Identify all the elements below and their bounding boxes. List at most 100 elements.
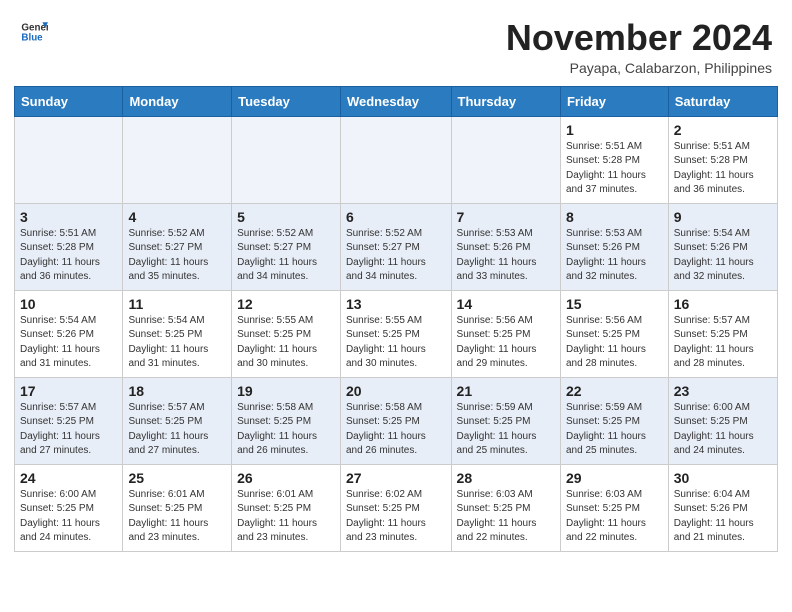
day-info: Sunrise: 5:56 AM Sunset: 5:25 PM Dayligh…	[457, 314, 555, 372]
day-number: 8	[566, 209, 663, 225]
day-cell: 24 Sunrise: 6:00 AM Sunset: 5:25 PM Dayli…	[15, 464, 123, 551]
day-cell: 1 Sunrise: 5:51 AM Sunset: 5:28 PM Daylig…	[560, 116, 668, 203]
week-row-2: 3 Sunrise: 5:51 AM Sunset: 5:28 PM Daylig…	[15, 203, 778, 290]
day-cell	[123, 116, 232, 203]
day-number: 9	[674, 209, 772, 225]
day-number: 4	[128, 209, 226, 225]
day-info: Sunrise: 6:03 AM Sunset: 5:25 PM Dayligh…	[566, 488, 663, 546]
day-cell: 19 Sunrise: 5:58 AM Sunset: 5:25 PM Dayli…	[232, 377, 341, 464]
day-number: 5	[237, 209, 335, 225]
week-row-5: 24 Sunrise: 6:00 AM Sunset: 5:25 PM Dayli…	[15, 464, 778, 551]
day-info: Sunrise: 5:51 AM Sunset: 5:28 PM Dayligh…	[20, 227, 117, 285]
day-number: 20	[346, 383, 446, 399]
day-cell	[15, 116, 123, 203]
day-cell: 12 Sunrise: 5:55 AM Sunset: 5:25 PM Dayli…	[232, 290, 341, 377]
day-cell: 20 Sunrise: 5:58 AM Sunset: 5:25 PM Dayli…	[340, 377, 451, 464]
day-number: 23	[674, 383, 772, 399]
day-info: Sunrise: 5:58 AM Sunset: 5:25 PM Dayligh…	[346, 401, 446, 459]
day-number: 18	[128, 383, 226, 399]
col-header-tuesday: Tuesday	[232, 86, 341, 116]
day-number: 19	[237, 383, 335, 399]
day-cell: 6Sunrise: 5:52 AM Sunset: 5:27 PM Daylig…	[340, 203, 451, 290]
day-number: 11	[128, 296, 226, 312]
day-cell: 25Sunrise: 6:01 AM Sunset: 5:25 PM Dayli…	[123, 464, 232, 551]
subtitle: Payapa, Calabarzon, Philippines	[506, 60, 772, 76]
day-info: Sunrise: 5:51 AM Sunset: 5:28 PM Dayligh…	[566, 140, 663, 198]
day-cell: 21Sunrise: 5:59 AM Sunset: 5:25 PM Dayli…	[451, 377, 560, 464]
day-info: Sunrise: 6:00 AM Sunset: 5:25 PM Dayligh…	[20, 488, 117, 546]
col-header-monday: Monday	[123, 86, 232, 116]
day-number: 10	[20, 296, 117, 312]
day-info: Sunrise: 5:57 AM Sunset: 5:25 PM Dayligh…	[128, 401, 226, 459]
day-number: 24	[20, 470, 117, 486]
day-number: 26	[237, 470, 335, 486]
day-cell: 29 Sunrise: 6:03 AM Sunset: 5:25 PM Dayli…	[560, 464, 668, 551]
day-info: Sunrise: 6:00 AM Sunset: 5:25 PM Dayligh…	[674, 401, 772, 459]
day-info: Sunrise: 5:56 AM Sunset: 5:25 PM Dayligh…	[566, 314, 663, 372]
day-cell: 11Sunrise: 5:54 AM Sunset: 5:25 PM Dayli…	[123, 290, 232, 377]
day-cell: 5 Sunrise: 5:52 AM Sunset: 5:27 PM Daylig…	[232, 203, 341, 290]
week-row-3: 10 Sunrise: 5:54 AM Sunset: 5:26 PM Dayli…	[15, 290, 778, 377]
day-info: Sunrise: 5:52 AM Sunset: 5:27 PM Dayligh…	[128, 227, 226, 285]
day-number: 17	[20, 383, 117, 399]
col-header-wednesday: Wednesday	[340, 86, 451, 116]
month-title: November 2024	[506, 18, 772, 58]
week-row-1: 1 Sunrise: 5:51 AM Sunset: 5:28 PM Daylig…	[15, 116, 778, 203]
week-row-4: 17 Sunrise: 5:57 AM Sunset: 5:25 PM Dayli…	[15, 377, 778, 464]
day-cell: 9 Sunrise: 5:54 AM Sunset: 5:26 PM Daylig…	[668, 203, 777, 290]
day-cell: 16 Sunrise: 5:57 AM Sunset: 5:25 PM Dayli…	[668, 290, 777, 377]
day-number: 6	[346, 209, 446, 225]
day-number: 7	[457, 209, 555, 225]
svg-text:Blue: Blue	[21, 32, 43, 43]
header-row: SundayMondayTuesdayWednesdayThursdayFrid…	[15, 86, 778, 116]
day-number: 28	[457, 470, 555, 486]
day-cell: 23 Sunrise: 6:00 AM Sunset: 5:25 PM Dayli…	[668, 377, 777, 464]
day-number: 30	[674, 470, 772, 486]
logo: General Blue	[20, 18, 48, 46]
day-info: Sunrise: 5:55 AM Sunset: 5:25 PM Dayligh…	[346, 314, 446, 372]
day-info: Sunrise: 6:01 AM Sunset: 5:25 PM Dayligh…	[237, 488, 335, 546]
day-number: 25	[128, 470, 226, 486]
logo-icon: General Blue	[20, 18, 48, 46]
day-info: Sunrise: 5:52 AM Sunset: 5:27 PM Dayligh…	[237, 227, 335, 285]
day-number: 13	[346, 296, 446, 312]
day-number: 2	[674, 122, 772, 138]
day-cell: 18 Sunrise: 5:57 AM Sunset: 5:25 PM Dayli…	[123, 377, 232, 464]
day-info: Sunrise: 5:57 AM Sunset: 5:25 PM Dayligh…	[674, 314, 772, 372]
day-number: 29	[566, 470, 663, 486]
calendar-table: SundayMondayTuesdayWednesdayThursdayFrid…	[14, 86, 778, 552]
day-info: Sunrise: 6:03 AM Sunset: 5:25 PM Dayligh…	[457, 488, 555, 546]
day-info: Sunrise: 5:54 AM Sunset: 5:26 PM Dayligh…	[20, 314, 117, 372]
calendar-wrapper: SundayMondayTuesdayWednesdayThursdayFrid…	[0, 86, 792, 566]
day-number: 1	[566, 122, 663, 138]
day-info: Sunrise: 5:54 AM Sunset: 5:26 PM Dayligh…	[674, 227, 772, 285]
day-cell	[451, 116, 560, 203]
day-cell: 27 Sunrise: 6:02 AM Sunset: 5:25 PM Dayli…	[340, 464, 451, 551]
day-info: Sunrise: 5:55 AM Sunset: 5:25 PM Dayligh…	[237, 314, 335, 372]
day-info: Sunrise: 5:58 AM Sunset: 5:25 PM Dayligh…	[237, 401, 335, 459]
day-info: Sunrise: 5:53 AM Sunset: 5:26 PM Dayligh…	[457, 227, 555, 285]
day-info: Sunrise: 5:59 AM Sunset: 5:25 PM Dayligh…	[457, 401, 555, 459]
day-cell: 3 Sunrise: 5:51 AM Sunset: 5:28 PM Daylig…	[15, 203, 123, 290]
day-cell: 28 Sunrise: 6:03 AM Sunset: 5:25 PM Dayli…	[451, 464, 560, 551]
day-cell: 22 Sunrise: 5:59 AM Sunset: 5:25 PM Dayli…	[560, 377, 668, 464]
day-number: 27	[346, 470, 446, 486]
day-number: 3	[20, 209, 117, 225]
col-header-thursday: Thursday	[451, 86, 560, 116]
day-cell: 10 Sunrise: 5:54 AM Sunset: 5:26 PM Dayli…	[15, 290, 123, 377]
day-number: 16	[674, 296, 772, 312]
day-cell: 30Sunrise: 6:04 AM Sunset: 5:26 PM Dayli…	[668, 464, 777, 551]
col-header-sunday: Sunday	[15, 86, 123, 116]
day-info: Sunrise: 5:59 AM Sunset: 5:25 PM Dayligh…	[566, 401, 663, 459]
day-info: Sunrise: 5:53 AM Sunset: 5:26 PM Dayligh…	[566, 227, 663, 285]
day-number: 14	[457, 296, 555, 312]
header: General Blue November 2024 Payapa, Calab…	[0, 0, 792, 86]
day-info: Sunrise: 5:51 AM Sunset: 5:28 PM Dayligh…	[674, 140, 772, 198]
page: General Blue November 2024 Payapa, Calab…	[0, 0, 792, 566]
day-number: 15	[566, 296, 663, 312]
day-cell: 13 Sunrise: 5:55 AM Sunset: 5:25 PM Dayli…	[340, 290, 451, 377]
day-number: 12	[237, 296, 335, 312]
day-info: Sunrise: 6:02 AM Sunset: 5:25 PM Dayligh…	[346, 488, 446, 546]
day-number: 22	[566, 383, 663, 399]
day-cell: 17Sunrise: 5:57 AM Sunset: 5:25 PM Dayli…	[15, 377, 123, 464]
